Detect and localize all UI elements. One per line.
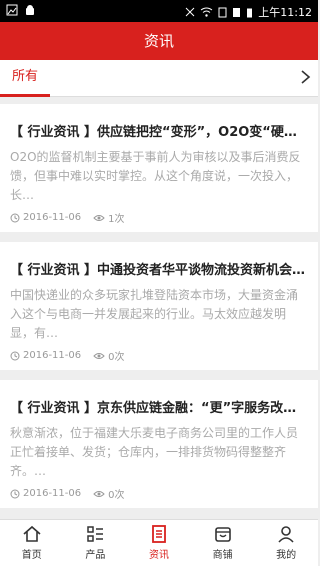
article-card[interactable]: 【 行业资讯 】京东供应链金融：“更”字服务改… 秋意渐浓，位于福建大乐麦电子商… [0, 380, 318, 508]
article-views: 0次 [108, 490, 125, 501]
nav-home[interactable]: 首页 [0, 520, 64, 566]
nav-label: 商铺 [212, 550, 233, 561]
clock-icon [10, 213, 20, 222]
article-date: 2016-11-06 [23, 488, 82, 499]
article-meta: 2016-11-06 0次 [10, 486, 125, 501]
article-list: 【 行业资讯 】供应链把控“变形”，O2O变“硬… O2O的监督机制主要基于事前… [0, 104, 318, 518]
article-title[interactable]: 【 行业资讯 】京东供应链金融：“更”字服务改… [10, 397, 308, 416]
nav-label: 我的 [276, 550, 297, 561]
home-icon [23, 525, 41, 542]
article-views: 1次 [108, 214, 125, 225]
nav-label: 首页 [21, 550, 42, 561]
article-date: 2016-11-06 [23, 212, 82, 223]
sim-icon [218, 7, 227, 17]
clock-icon [10, 351, 20, 360]
chevron-right-icon[interactable] [298, 69, 312, 85]
android-icon [26, 5, 34, 15]
eye-icon [93, 352, 105, 359]
status-bar: 上午11:12 [0, 0, 318, 22]
article-summary: 中国快递业的众多玩家扎堆登陆资本市场，大量资金涌入这个与电商一并发展起来的行业。… [10, 288, 299, 340]
nav-label: 产品 [85, 550, 106, 561]
nav-profile[interactable]: 我的 [254, 520, 318, 566]
eye-icon [93, 490, 105, 497]
article-views: 0次 [108, 352, 125, 363]
nav-shop[interactable]: 商铺 [191, 520, 255, 566]
battery-icon [247, 8, 253, 17]
mute-icon [185, 7, 195, 17]
category-tab-bar: 所有 [0, 60, 318, 97]
article-summary: 秋意渐浓，位于福建大乐麦电子商务公司里的工作人员正忙着接单、发货；仓库内，一排排… [10, 426, 299, 478]
bottom-nav: 首页 产品 资讯 商铺 我的 [0, 519, 318, 566]
image-icon [6, 4, 18, 16]
article-date: 2016-11-06 [23, 350, 82, 361]
clock-icon [10, 489, 20, 498]
nav-products[interactable]: 产品 [64, 520, 128, 566]
article-meta: 2016-11-06 0次 [10, 348, 125, 363]
article-summary: O2O的监督机制主要基于事前人为审核以及事后消费反馈，但事中难以实时掌控。从这个… [10, 150, 301, 202]
shop-icon [214, 527, 231, 542]
tab-all[interactable]: 所有 [0, 60, 50, 97]
article-card[interactable]: 【 行业资讯 】供应链把控“变形”，O2O变“硬… O2O的监督机制主要基于事前… [0, 104, 318, 232]
clock: 上午11:12 [258, 6, 312, 19]
grid-icon [87, 526, 104, 542]
wifi-icon [201, 7, 213, 17]
user-icon [278, 526, 294, 543]
eye-icon [93, 214, 105, 221]
article-card[interactable]: 【 行业资讯 】中通投资者华平谈物流投资新机会… 中国快递业的众多玩家扎堆登陆资… [0, 242, 318, 370]
news-icon [152, 525, 166, 543]
article-title[interactable]: 【 行业资讯 】中通投资者华平谈物流投资新机会… [10, 259, 308, 278]
page-title: 资讯 [0, 22, 318, 60]
nav-label: 资讯 [148, 550, 169, 561]
article-title[interactable]: 【 行业资讯 】供应链把控“变形”，O2O变“硬… [10, 121, 308, 140]
signal-icon [233, 7, 241, 17]
nav-news[interactable]: 资讯 [127, 520, 191, 566]
article-meta: 2016-11-06 1次 [10, 210, 125, 225]
